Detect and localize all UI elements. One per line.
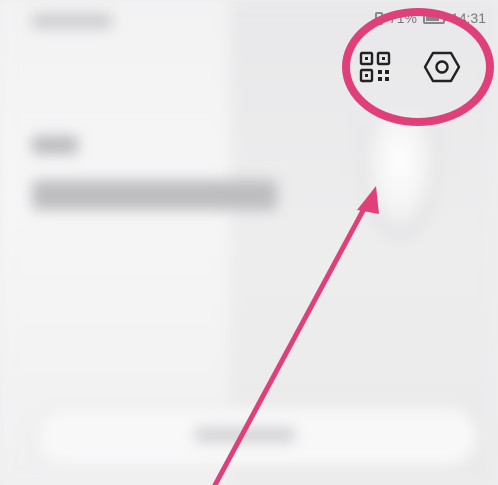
blurred-greeting-text [32, 136, 78, 154]
settings-button[interactable] [422, 47, 462, 87]
clock-time: 14:31 [450, 10, 486, 26]
top-toolbar [355, 45, 475, 90]
avatar[interactable] [360, 120, 440, 240]
qr-code-icon [359, 51, 391, 83]
blurred-header-text [32, 14, 112, 28]
status-bar: 71% 14:31 [374, 8, 486, 28]
blurred-account-text [32, 180, 277, 210]
battery-icon [422, 12, 447, 24]
battery-percent: 71% [388, 10, 417, 26]
qr-code-button[interactable] [355, 47, 395, 87]
vibrate-icon [374, 11, 383, 25]
settings-hexagon-icon [423, 51, 461, 83]
blurred-action-button-label [195, 428, 295, 442]
